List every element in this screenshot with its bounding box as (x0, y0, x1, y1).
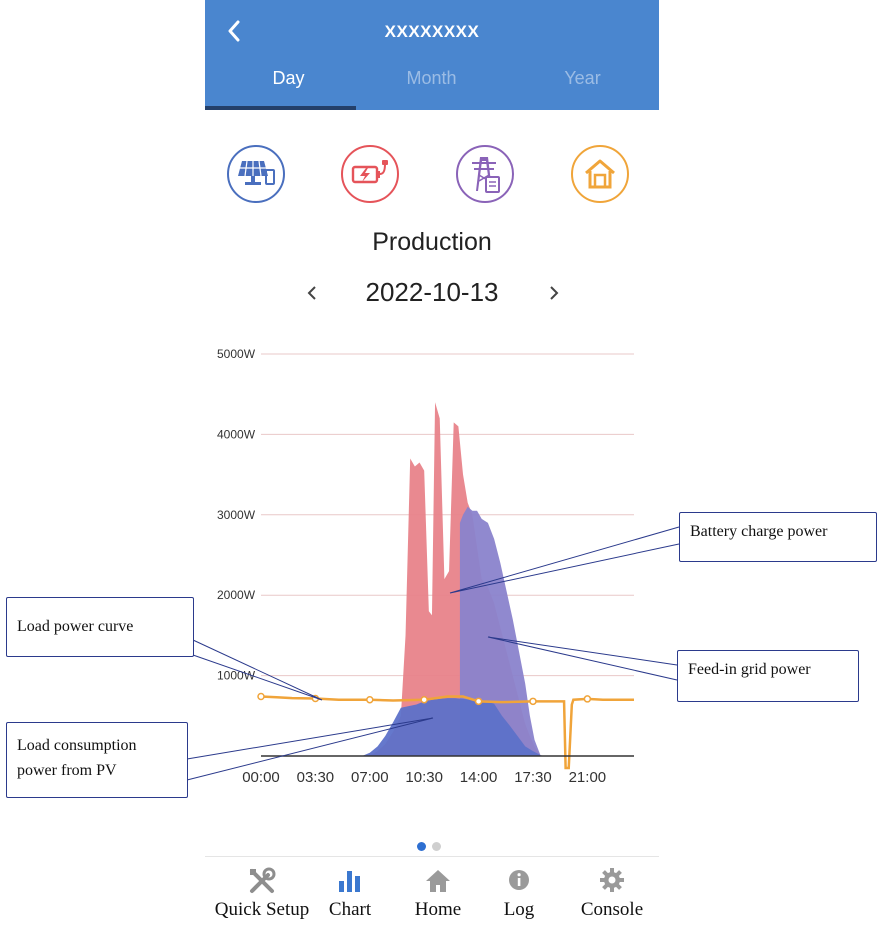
callout-text: Load power curve (17, 618, 134, 635)
nav-log[interactable]: Log (489, 857, 549, 925)
solar-panel-icon (238, 160, 275, 185)
home-category-button[interactable] (571, 145, 629, 203)
data-point (583, 695, 592, 703)
x-tick-label: 21:00 (569, 769, 607, 786)
callout-text: Load consumption (17, 737, 137, 754)
solar-category-button[interactable] (227, 145, 285, 203)
selected-date: 2022-10-13 (365, 277, 499, 307)
data-point (474, 697, 483, 706)
callout-feed-in: Feed-in grid power (677, 650, 859, 702)
x-tick-label: 00:00 (242, 769, 280, 786)
y-tick-label: 3000W (217, 508, 256, 522)
nav-label: Home (414, 899, 462, 920)
x-tick-label: 14:00 (460, 769, 498, 786)
data-point (529, 697, 537, 706)
bottom-nav: Quick Setup Chart Home Log Console (205, 856, 659, 925)
active-tab-indicator (205, 106, 356, 110)
x-tick-label: 03:30 (297, 769, 335, 786)
callout-load-pv: Load consumption power from PV (6, 722, 188, 798)
home-icon (426, 870, 450, 892)
data-point (311, 694, 320, 703)
data-point (420, 695, 428, 704)
header-bar: XXXXXXXX Day Month Year (205, 0, 659, 110)
tab-month[interactable]: Month (356, 68, 507, 89)
callout-load-curve: Load power curve (6, 597, 194, 657)
page-dot[interactable] (432, 842, 441, 851)
callout-text: power from PV (17, 762, 117, 779)
callout-battery-charge: Battery charge power (679, 512, 877, 562)
phone-screen: XXXXXXXX Day Month Year Production 2022-… (205, 0, 659, 925)
grid-category-button[interactable] (456, 145, 514, 203)
x-tick-label: 17:30 (514, 769, 552, 786)
tab-year[interactable]: Year (507, 68, 658, 89)
callout-text: Feed-in grid power (688, 661, 811, 678)
page-dot[interactable] (417, 842, 426, 851)
battery-charge-icon (351, 160, 388, 184)
x-tick-label: 10:30 (405, 769, 443, 786)
nav-quick-setup[interactable]: Quick Setup (205, 857, 319, 925)
home-icon (585, 159, 615, 189)
nav-chart[interactable]: Chart (319, 857, 381, 925)
section-title: Production (372, 228, 492, 256)
nav-home[interactable]: Home (395, 857, 481, 925)
tab-day[interactable]: Day (213, 68, 364, 89)
info-icon (509, 870, 529, 890)
grid-tower-icon (472, 157, 500, 193)
data-point (366, 695, 374, 704)
date-selector: 2022-10-13 (205, 277, 659, 311)
page-title: XXXXXXXX (384, 22, 480, 41)
y-tick-label: 1000W (217, 669, 256, 683)
chevron-right-icon (550, 286, 559, 300)
nav-label: Quick Setup (214, 899, 310, 920)
nav-label: Console (580, 899, 644, 920)
battery-category-button[interactable] (341, 145, 399, 203)
production-chart: 5000W 4000W 3000W 2000W 1000W 00:00 03:30 07:00… (217, 347, 634, 786)
gear-icon (600, 868, 624, 892)
bar-chart-icon (339, 871, 360, 892)
nav-label: Log (503, 899, 535, 920)
nav-console[interactable]: Console (565, 857, 659, 925)
y-tick-label: 4000W (217, 427, 256, 441)
callout-text: Battery charge power (690, 523, 828, 540)
tools-icon (250, 867, 276, 893)
y-tick-label: 2000W (217, 588, 256, 602)
x-tick-label: 07:00 (351, 769, 389, 786)
nav-label: Chart (328, 899, 372, 920)
data-point (257, 692, 265, 701)
next-date-button[interactable] (548, 277, 560, 313)
y-tick-label: 5000W (217, 347, 256, 361)
